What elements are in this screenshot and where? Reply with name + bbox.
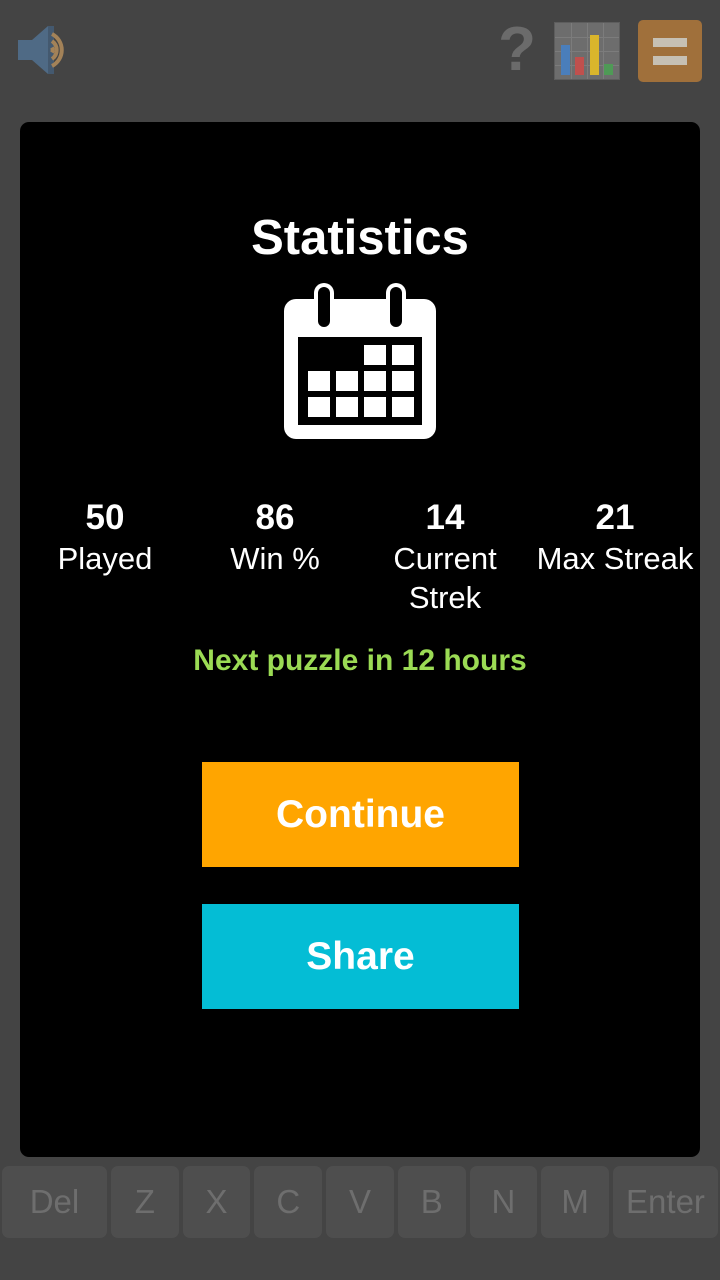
- stat-max-streak: 21 Max Streak: [530, 497, 700, 617]
- sound-on-icon[interactable]: [14, 20, 86, 80]
- key-x[interactable]: X: [182, 1166, 251, 1238]
- stat-value: 50: [85, 498, 125, 537]
- chart-bar: [589, 35, 599, 75]
- stat-value: 21: [595, 498, 635, 537]
- share-button[interactable]: Share: [202, 904, 519, 1009]
- bar-chart-icon[interactable]: [554, 22, 620, 80]
- key-z[interactable]: Z: [110, 1166, 179, 1238]
- calendar-icon: [276, 277, 444, 445]
- continue-button[interactable]: Continue: [202, 762, 519, 867]
- key-m[interactable]: M: [541, 1166, 609, 1238]
- stat-played: 50 Played: [20, 497, 190, 617]
- stat-label: Current Strek: [393, 541, 497, 615]
- key-del[interactable]: Del: [2, 1166, 107, 1238]
- menu-hamburger-icon[interactable]: [638, 20, 702, 82]
- stat-value: 86: [255, 498, 295, 537]
- top-bar: ?: [0, 0, 720, 100]
- stat-value: 14: [425, 498, 465, 537]
- chart-bar: [560, 45, 570, 75]
- bar-chart-bars: [555, 27, 619, 75]
- key-c[interactable]: C: [254, 1166, 323, 1238]
- stats-row: 50 Played 86 Win % 14 Current Strek 21 M…: [20, 497, 700, 617]
- statistics-modal: Statistics 50 Played 86 Win % 14 Current…: [20, 122, 700, 1157]
- key-n[interactable]: N: [469, 1166, 538, 1238]
- help-question-mark-icon[interactable]: ?: [494, 18, 540, 82]
- stat-win-percent: 86 Win %: [190, 497, 360, 617]
- key-enter[interactable]: Enter: [613, 1166, 718, 1238]
- menu-line: [653, 55, 687, 65]
- next-puzzle-countdown: Next puzzle in 12 hours: [193, 644, 527, 677]
- stat-label: Played: [57, 541, 153, 576]
- stat-label: Win %: [230, 541, 320, 576]
- keyboard-bottom-row: Del Z X C V B N M Enter: [0, 1166, 720, 1238]
- menu-line: [653, 37, 687, 47]
- stat-label: Max Streak: [536, 541, 694, 576]
- stat-current-streak: 14 Current Strek: [360, 497, 530, 617]
- page-title: Statistics: [251, 211, 469, 265]
- key-b[interactable]: B: [397, 1166, 466, 1238]
- chart-bar: [575, 57, 585, 75]
- chart-bar: [604, 64, 614, 75]
- key-v[interactable]: V: [326, 1166, 394, 1238]
